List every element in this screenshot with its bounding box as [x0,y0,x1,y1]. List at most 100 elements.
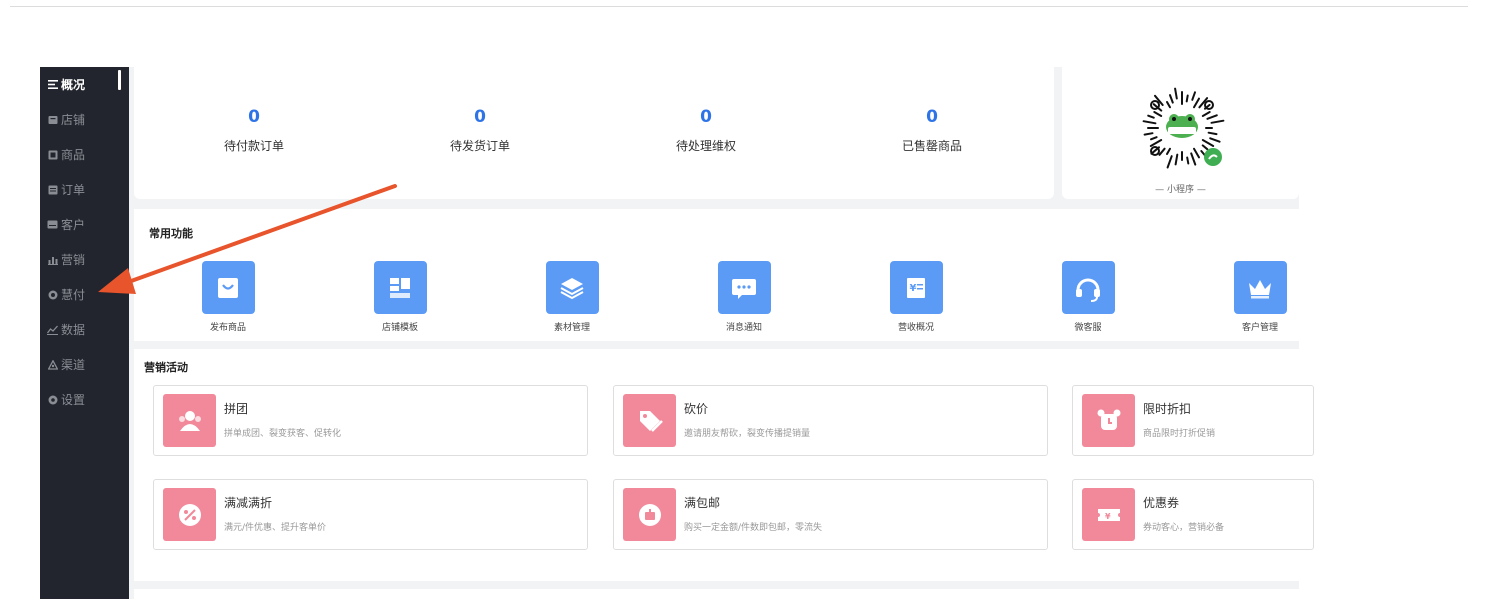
pay-icon [47,289,58,300]
qr-pattern-segment [1185,94,1189,103]
qr-pattern-segment [1169,94,1174,104]
qr-pattern-segment [1174,153,1179,166]
func-publish-product[interactable]: 发布商品 [173,261,283,333]
marketing-item-title: 限时折扣 [1143,402,1192,416]
percent-icon [163,488,216,541]
qr-pattern-segment [1174,87,1178,100]
sidebar-item-channels[interactable]: 渠道 [40,347,129,382]
bargain-tag-icon [623,394,676,447]
qr-pattern-segment [1166,147,1171,155]
stat-pending-payment[interactable]: 0 待付款订单 [194,107,314,154]
func-micro-service[interactable]: 微客服 [1033,261,1143,333]
coupon-icon: ¥ [1082,488,1135,541]
marketing-item-group-buy[interactable]: 拼团 拼单成团、裂变获客、促转化 [153,385,588,456]
qr-pattern-segment [1143,132,1154,136]
sidebar-item-label: 订单 [61,183,86,197]
sidebar-item-label: 慧付 [61,288,86,302]
marketing-item-free-shipping[interactable]: 满包邮 购买一定金额/件数即包邮，零流失 [613,479,1048,550]
sidebar-item-label: 客户 [61,218,86,232]
qr-pattern-segment [1166,155,1173,169]
mini-program-qr-card: — 小程序 — [1062,67,1299,199]
qr-pattern-segment [1210,119,1225,124]
message-icon [717,261,771,314]
func-label: 发布商品 [209,323,246,333]
func-customer-management[interactable]: 客户管理 [1205,261,1315,333]
qr-pattern-segment [1193,147,1200,159]
stat-value: 0 [926,107,938,127]
qr-pattern-segment [1142,120,1157,125]
sidebar-item-settings[interactable]: 设置 [40,382,129,417]
next-panel-edge [134,589,1299,599]
product-icon [47,149,58,160]
marketing-item-bargain[interactable]: 砍价 邀请朋友帮砍，裂变传播提销量 [613,385,1048,456]
layout-template-icon [373,261,427,314]
func-label: 客户管理 [1241,323,1278,333]
func-label: 营收概况 [897,323,934,333]
func-message-notice[interactable]: 消息通知 [689,261,799,333]
stat-label: 待处理维权 [675,139,736,153]
func-material-management[interactable]: 素材管理 [517,261,627,333]
func-label: 微客服 [1074,323,1102,333]
sidebar-item-data[interactable]: 数据 [40,312,129,347]
common-functions-panel: 常用功能 发布商品 店铺模板 素材管理 消息通知 ¥ 营收概况 微客服 客户管理 [134,209,1299,341]
stats-panel: 0 待付款订单 0 待发货订单 0 待处理维权 0 已售罄商品 [134,67,1054,199]
qr-pattern-segment [1149,139,1163,147]
stat-value: 0 [248,107,260,127]
sidebar-item-pay[interactable]: 慧付 [40,277,129,312]
stat-pending-shipment[interactable]: 0 待发货订单 [420,107,540,154]
sidebar-item-label: 数据 [61,323,86,337]
sidebar-scroll-indicator[interactable] [118,70,121,90]
sidebar-item-orders[interactable]: 订单 [40,172,129,207]
revenue-icon: ¥ [889,261,943,314]
func-revenue-overview[interactable]: ¥ 营收概况 [861,261,971,333]
sidebar-item-overview[interactable]: 概况 [40,67,129,102]
sidebar-item-products[interactable]: 商品 [40,137,129,172]
func-label: 消息通知 [725,323,762,333]
bar-chart-icon [47,254,58,265]
qr-pattern-segment [1166,101,1171,109]
marketing-item-desc: 满元/件优惠、提升客单价 [224,523,327,533]
marketing-item-desc: 拼单成团、裂变获客、促转化 [224,429,342,439]
qr-pattern-segment [1147,114,1155,119]
marketing-item-title: 砍价 [684,402,709,416]
sidebar-item-label: 渠道 [61,358,86,372]
marketing-item-full-reduction[interactable]: 满减满折 满元/件优惠、提升客单价 [153,479,588,550]
qr-pattern-segment [1150,136,1158,141]
stat-pending-rights[interactable]: 0 待处理维权 [646,107,766,154]
headset-icon [1061,261,1115,314]
func-store-template[interactable]: 店铺模板 [345,261,455,333]
marketing-item-desc: 邀请朋友帮砍，裂变传播提销量 [684,429,811,439]
section-title: 营销活动 [144,361,188,374]
sidebar-item-customers[interactable]: 客户 [40,207,129,242]
channel-icon [47,359,58,370]
qr-pattern-segment [1201,139,1215,147]
qr-pattern-segment [1207,131,1218,136]
menu-lines-icon [47,79,58,90]
top-divider [10,6,1468,7]
marketing-activities-panel: 营销活动 拼团 拼单成团、裂变获客、促转化 砍价 邀请朋友帮砍，裂变传播提销量 … [134,349,1314,581]
func-label: 素材管理 [553,323,590,333]
qr-pattern-segment [1209,137,1221,143]
stat-sold-out[interactable]: 0 已售罄商品 [872,107,992,154]
sidebar-item-label: 营销 [61,253,86,267]
qr-pattern-segment [1158,147,1166,156]
svg-text:¥: ¥ [910,283,917,294]
sidebar-item-store[interactable]: 店铺 [40,102,129,137]
stat-value: 0 [474,107,486,127]
marketing-item-coupon[interactable]: ¥ 优惠券 券动客心，营销必备 [1072,479,1314,550]
alarm-clock-icon [1082,394,1135,447]
qr-pattern-segment [1186,156,1190,165]
marketing-item-flash-discount[interactable]: 限时折扣 商品限时打折促销 [1072,385,1314,456]
marketing-item-title: 拼团 [224,402,249,416]
stat-value: 0 [700,107,712,127]
svg-text:¥: ¥ [1105,512,1111,521]
qr-pattern-segment [1201,144,1209,151]
sidebar-item-label: 店铺 [61,113,86,127]
qr-pattern-segment [1206,114,1218,120]
sidebar: 概况 店铺 商品 订单 客户 营销 慧付 数据 渠道 设置 [40,67,129,599]
qr-pattern-segment [1191,91,1196,101]
layers-icon [545,261,599,314]
sidebar-item-marketing[interactable]: 营销 [40,242,129,277]
main-content: 0 待付款订单 0 待发货订单 0 待处理维权 0 已售罄商品 — 小程序 — … [129,67,1314,599]
gear-icon [47,394,58,405]
